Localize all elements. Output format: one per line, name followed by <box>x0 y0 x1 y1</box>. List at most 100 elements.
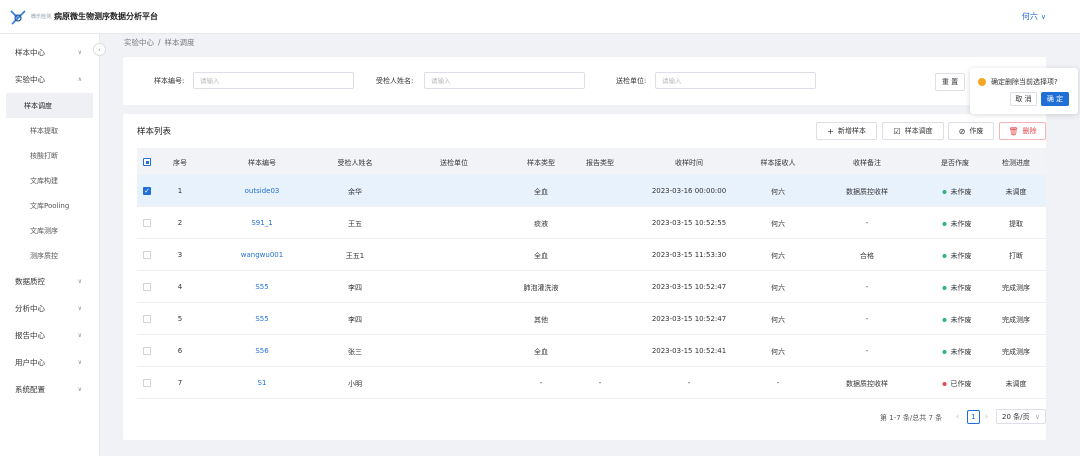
calendar-check-icon: ☑ <box>893 126 901 136</box>
cell-type: - <box>539 379 543 387</box>
table-row[interactable] <box>137 303 1046 335</box>
breadcrumb-root[interactable]: 实验中心 <box>124 38 154 47</box>
cell-progress: 打断 <box>1009 252 1023 260</box>
sidebar-item-library-build[interactable]: 文库构建 <box>6 168 93 193</box>
pagination-summary: 第 1-7 条/总共 7 条 <box>880 414 943 422</box>
cell-void-status: 未作废 <box>942 219 972 229</box>
col-sample-no: 样本编号 <box>248 159 276 167</box>
cell-name: 王五 <box>348 220 362 228</box>
user-name: 何六 <box>1021 12 1038 21</box>
cell-sample-link[interactable]: outside03 <box>245 187 280 195</box>
page-1-button[interactable]: 1 <box>967 410 980 424</box>
popover-cancel-button[interactable]: 取 消 <box>1010 92 1037 106</box>
sidebar: 样本中心 ∨ 实验中心 ∧ 样本调度 样本提取 核酸打断 文库构建 文库Poolin… <box>0 34 100 456</box>
cell-type: 肺泡灌洗液 <box>523 284 559 292</box>
plus-icon: + <box>827 126 834 136</box>
cell-sample-link[interactable]: S1 <box>258 379 267 387</box>
cell-no: 1 <box>177 187 183 195</box>
breadcrumb-separator: / <box>158 38 161 47</box>
status-dot <box>942 286 947 290</box>
add-sample-button[interactable]: + 新增样本 <box>816 122 877 140</box>
cell-report: - <box>598 379 602 387</box>
cell-receiver: 何六 <box>771 284 785 292</box>
row-checkbox[interactable] <box>143 379 151 387</box>
chevron-down-icon: ∨ <box>77 386 82 393</box>
popover-confirm-button[interactable]: 确 定 <box>1041 92 1069 106</box>
sidebar-item-sample-extract[interactable]: 样本提取 <box>6 118 93 143</box>
cell-sample-link[interactable]: S55 <box>255 283 268 291</box>
cell-void-status: 未作废 <box>942 251 972 261</box>
popover-message: 确定删除当前选择项? <box>978 77 1058 87</box>
col-unit: 送检单位 <box>440 159 468 167</box>
delete-button[interactable]: 🗑 删除 <box>999 122 1046 140</box>
row-checkbox[interactable] <box>143 251 151 259</box>
status-dot <box>942 350 947 354</box>
sidebar-item-sample-dispatch[interactable]: 样本调度 <box>6 93 93 118</box>
chevron-left-icon: ‹ <box>98 45 101 54</box>
chevron-down-icon: ∨ <box>77 359 82 366</box>
cell-void-status: 已作废 <box>942 379 972 389</box>
sidebar-collapse-button[interactable]: ‹ <box>93 43 106 56</box>
cell-receiver: - <box>776 379 780 387</box>
row-checkbox[interactable] <box>143 283 151 291</box>
cell-void-status: 未作废 <box>942 187 972 197</box>
cell-time: 2023-03-15 10:52:47 <box>651 315 727 323</box>
sidebar-item-fragmentation[interactable]: 核酸打断 <box>6 143 93 168</box>
sidebar-group-analysis-center[interactable]: 分析中心 ∨ <box>0 295 99 322</box>
cell-note: - <box>865 315 869 323</box>
cell-name: 李四 <box>348 316 362 324</box>
status-dot <box>942 254 947 258</box>
patient-name-input[interactable] <box>424 72 585 89</box>
table-row[interactable] <box>137 367 1046 399</box>
next-page-icon[interactable]: › <box>985 412 988 421</box>
cell-sample-link[interactable]: S56 <box>255 347 268 355</box>
sidebar-group-user-center[interactable]: 用户中心 ∨ <box>0 349 99 376</box>
warning-icon <box>978 78 986 86</box>
cell-time: 2023-03-15 10:52:55 <box>651 219 727 227</box>
chevron-down-icon: ∨ <box>77 49 82 56</box>
status-dot <box>942 222 947 226</box>
sample-no-input[interactable] <box>193 72 354 89</box>
sidebar-item-library-pooling[interactable]: 文库Pooling <box>6 193 93 218</box>
chevron-down-icon: ∨ <box>1040 12 1046 21</box>
col-progress: 检测进度 <box>1002 159 1030 167</box>
page-size-select[interactable]: 20 条/页 ∨ <box>996 409 1046 424</box>
cell-void-status: 未作废 <box>942 283 972 293</box>
user-menu[interactable]: 何六 ∨ <box>1022 11 1046 22</box>
cell-note: 数据质控收样 <box>846 380 888 388</box>
col-report-type: 报告类型 <box>586 159 614 167</box>
row-checkbox[interactable] <box>143 219 151 227</box>
sidebar-group-system-config[interactable]: 系统配置 ∨ <box>0 376 99 403</box>
table-row[interactable] <box>137 335 1046 367</box>
table-row[interactable] <box>137 207 1046 239</box>
cell-name: 王五1 <box>345 252 365 260</box>
sidebar-group-lab-center[interactable]: 实验中心 ∧ <box>0 66 99 93</box>
cell-time: 2023-03-15 10:52:47 <box>651 283 727 291</box>
cell-sample-link[interactable]: wangwu001 <box>241 251 283 259</box>
cell-progress: 完成测序 <box>1002 284 1030 292</box>
reset-button[interactable]: 重 置 <box>935 73 965 91</box>
select-all-checkbox[interactable] <box>143 158 151 166</box>
cell-name: 李四 <box>348 284 362 292</box>
row-checkbox[interactable]: ✓ <box>143 187 151 195</box>
table-row[interactable] <box>137 271 1046 303</box>
sample-no-label: 样本编号: <box>154 77 185 85</box>
cell-sample-link[interactable]: S55 <box>255 315 268 323</box>
unit-label: 送检单位: <box>616 77 647 85</box>
row-checkbox[interactable] <box>143 315 151 323</box>
patient-name-label: 受检人姓名: <box>376 77 414 85</box>
cell-sample-link[interactable]: S91_1 <box>251 219 272 227</box>
cell-note: 数据质控收样 <box>846 188 888 196</box>
sidebar-group-sample-center[interactable]: 样本中心 ∨ <box>0 39 99 66</box>
sidebar-item-sequencing-qc[interactable]: 测序质控 <box>6 243 93 268</box>
prev-page-icon[interactable]: ‹ <box>956 412 959 421</box>
sidebar-item-library-sequencing[interactable]: 文库测序 <box>6 218 93 243</box>
dispatch-button[interactable]: ☑ 样本调度 <box>882 122 944 140</box>
col-no: 序号 <box>173 159 187 167</box>
sidebar-group-report-center[interactable]: 报告中心 ∨ <box>0 322 99 349</box>
row-checkbox[interactable] <box>143 347 151 355</box>
sidebar-group-data-qc[interactable]: 数据质控 ∨ <box>0 268 99 295</box>
void-button[interactable]: ⊘ 作废 <box>948 122 994 140</box>
cell-progress: 完成测序 <box>1002 348 1030 356</box>
unit-input[interactable] <box>655 72 816 89</box>
